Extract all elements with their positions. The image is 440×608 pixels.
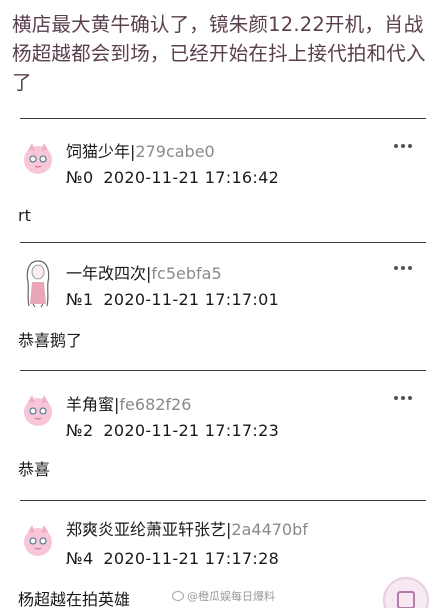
comment-text: rt	[18, 206, 31, 225]
divider	[20, 370, 426, 371]
jigglypuff-avatar[interactable]	[18, 138, 58, 178]
post-title: 横店最大黄牛确认了，镜朱颜12.22开机，肖战杨超越都会到场，已经开始在抖上接代…	[12, 13, 426, 94]
comment-header: 饲猫少年|279cabe0	[66, 142, 215, 162]
comment-meta: №1 2020-11-21 17:17:01	[66, 290, 279, 310]
floor-number: №4	[66, 549, 94, 568]
watermark-text: @橙瓜娱每日爆料	[187, 590, 275, 603]
username[interactable]: 一年改四次	[66, 264, 146, 283]
comment-text: 恭喜鹅了	[18, 331, 83, 350]
timestamp: 2020-11-21 17:17:28	[103, 549, 280, 568]
comment-header: 郑爽炎亚纶萧亚轩张艺|2a4470bf	[66, 520, 308, 540]
more-dots-icon[interactable]	[392, 264, 414, 272]
divider	[20, 242, 426, 243]
weibo-icon	[172, 591, 184, 601]
floor-number: №1	[66, 290, 94, 309]
comment-text: 杨超越在拍英雄	[18, 590, 131, 608]
floor-number: №2	[66, 421, 94, 440]
more-dots-icon[interactable]	[392, 142, 414, 150]
jigglypuff-avatar[interactable]	[18, 390, 58, 430]
timestamp: 2020-11-21 17:17:01	[103, 290, 280, 309]
comment-header: 一年改四次|fc5ebfa5	[66, 264, 222, 284]
comment-meta: №4 2020-11-21 17:17:28	[66, 549, 279, 569]
username[interactable]: 郑爽炎亚纶萧亚轩张艺	[66, 520, 226, 539]
comment-meta: №0 2020-11-21 17:16:42	[66, 168, 279, 188]
comment-text: 恭喜	[18, 460, 51, 479]
watermark: @橙瓜娱每日爆料	[172, 588, 275, 604]
user-id: fc5ebfa5	[151, 264, 222, 283]
jigglypuff-avatar[interactable]	[18, 520, 58, 560]
divider	[20, 118, 426, 119]
username[interactable]: 羊角蜜	[66, 395, 114, 414]
timestamp: 2020-11-21 17:16:42	[103, 168, 280, 187]
comment-header: 羊角蜜|fe682f26	[66, 395, 191, 415]
username[interactable]: 饲猫少年	[66, 142, 130, 161]
user-id: 2a4470bf	[231, 520, 308, 539]
girl-sketch-avatar[interactable]	[18, 258, 58, 308]
comment-meta: №2 2020-11-21 17:17:23	[66, 421, 279, 441]
compose-icon	[397, 591, 415, 608]
timestamp: 2020-11-21 17:17:23	[103, 421, 280, 440]
compose-button[interactable]	[383, 577, 429, 608]
divider	[20, 500, 426, 501]
user-id: 279cabe0	[135, 142, 215, 161]
more-dots-icon[interactable]	[392, 394, 414, 402]
floor-number: №0	[66, 168, 94, 187]
user-id: fe682f26	[119, 395, 192, 414]
